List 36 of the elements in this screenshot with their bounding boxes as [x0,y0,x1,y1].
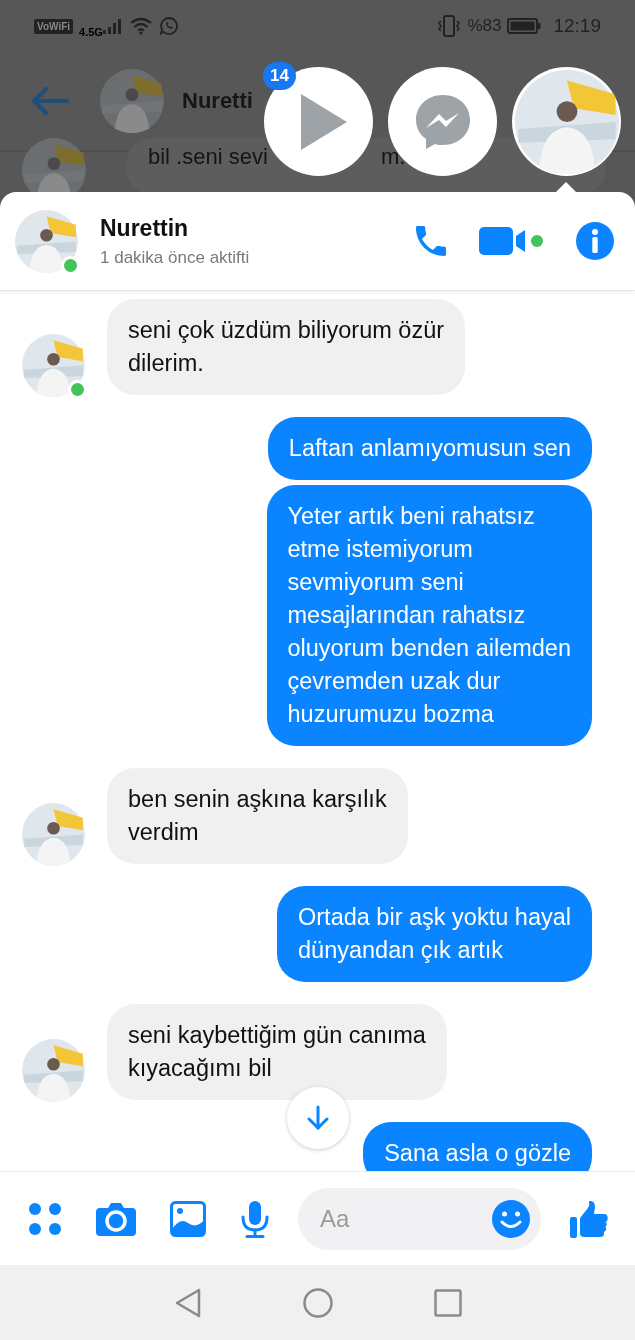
microphone-icon[interactable] [240,1199,270,1238]
sent-message: Yeter artık beni rahatsız etme istemiyorum sevmiyorum seni mesajlarından rahatsız oluyorum benden ailemden çevremden uzak dur huzurumuzu bozma [266,485,592,746]
camera-icon[interactable] [96,1201,136,1236]
unread-count-badge: 14 [263,62,296,90]
contact-name: Nuretti [182,88,253,114]
text-input[interactable]: Aa [318,1203,491,1234]
received-message: seni kaybettiğim gün canıma kıyacağımı bil [107,1004,447,1100]
sent-message: Ortada bir aşk yoktu hayal dünyandan çık artık [277,886,592,982]
home-icon[interactable] [301,1286,334,1319]
chat-app-icon [158,16,179,36]
apps-icon[interactable] [28,1201,62,1236]
messenger-icon [413,92,472,151]
activity-status: 1 dakika önce aktifti [100,247,251,268]
recent-apps-icon[interactable] [433,1288,462,1317]
thumbs-up-icon[interactable] [569,1198,609,1239]
image-icon[interactable] [170,1200,206,1237]
contact-name: Nurettin [100,214,190,242]
scroll-down-button[interactable] [287,1087,349,1149]
battery-icon [507,18,542,34]
play-icon [298,91,349,152]
wifi-icon [128,17,153,35]
received-message: ben senin aşkına karşılık verdim [107,768,408,864]
received-message: seni çok üzdüm biliyorum özür dilerim. [107,299,466,395]
emoji-icon[interactable] [491,1198,531,1239]
info-icon[interactable] [575,221,615,261]
down-arrow-icon [306,1105,330,1131]
sent-message: Sana asla o gözle [363,1122,592,1171]
signal-icon [102,18,123,34]
wifi-calling-badge: VoWiFi [34,18,74,34]
vibrate-icon [437,15,462,37]
back-icon[interactable] [173,1286,202,1319]
message-text: m. [381,144,406,170]
message-input-field[interactable]: Aa [298,1187,541,1250]
message-text: bil .seni sevi [148,144,268,170]
sent-message: Laftan anlamıyomusun sen [267,417,592,480]
network-type: 4.5G [79,26,103,38]
